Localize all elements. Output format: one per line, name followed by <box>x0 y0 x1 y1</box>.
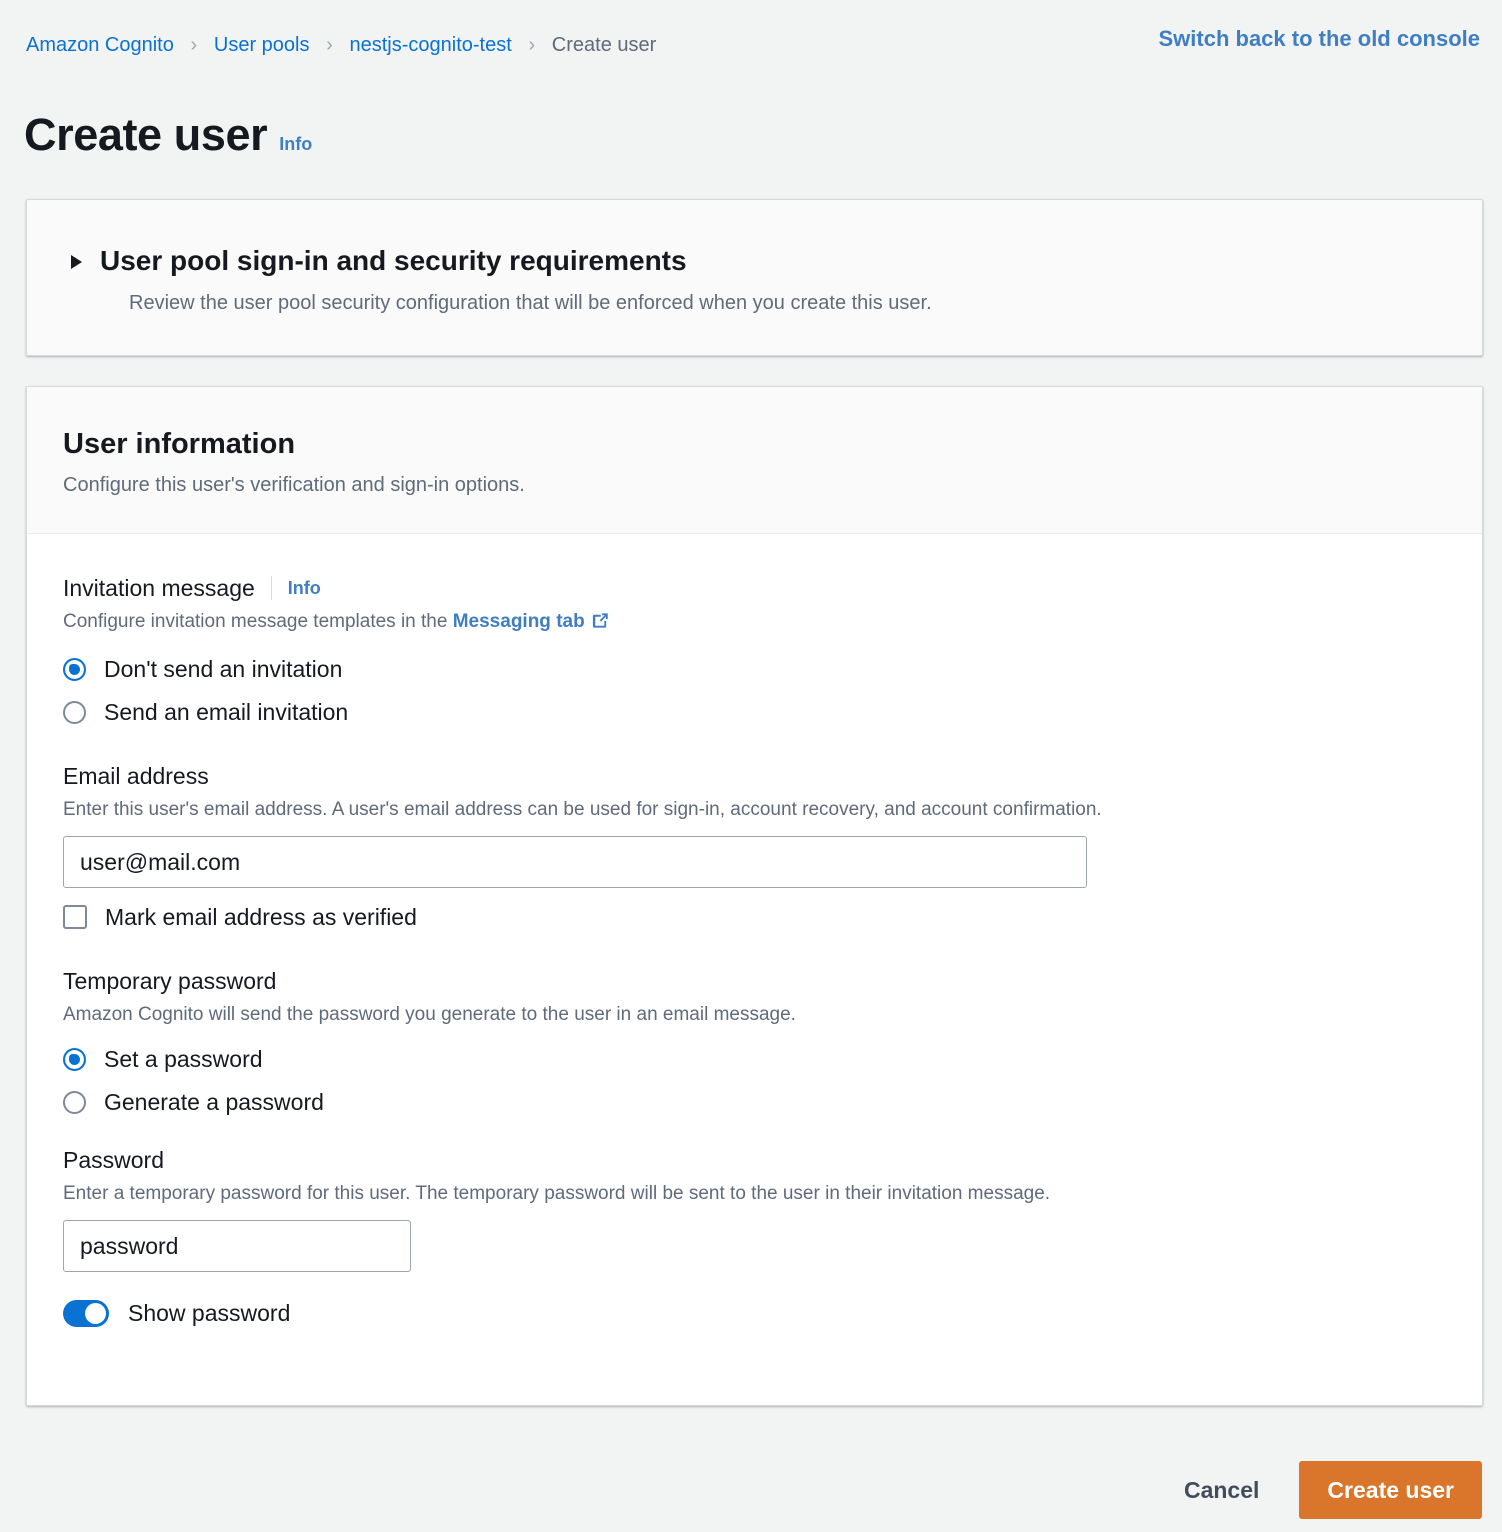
user-information-description: Configure this user's verification and s… <box>63 474 525 496</box>
password-label: Password <box>63 1147 164 1173</box>
invitation-message-info-link[interactable]: Info <box>288 578 321 599</box>
messaging-tab-link[interactable]: Messaging tab <box>453 611 585 632</box>
label-divider <box>270 576 272 600</box>
email-input[interactable] <box>63 836 1087 888</box>
caret-right-icon[interactable] <box>71 255 82 269</box>
radio-label: Don't send an invitation <box>104 656 343 682</box>
radio-label: Set a password <box>104 1046 263 1072</box>
switch-old-console-link[interactable]: Switch back to the old console <box>1159 24 1481 54</box>
footer-actions: Cancel Create user <box>1170 1461 1482 1519</box>
breadcrumb-item-user-pools[interactable]: User pools <box>214 31 310 59</box>
breadcrumb-item-user-pool-name[interactable]: nestjs-cognito-test <box>349 31 511 59</box>
page-info-link[interactable]: Info <box>279 134 312 155</box>
breadcrumb-separator-icon: › <box>528 34 536 56</box>
temporary-password-group: Temporary password Amazon Cognito will s… <box>63 966 1446 1117</box>
radio-label: Generate a password <box>104 1089 324 1115</box>
radio-generate-a-password[interactable]: Generate a password <box>63 1087 1446 1117</box>
user-information-title: User information <box>63 428 296 460</box>
password-input[interactable] <box>63 1220 411 1272</box>
radio-label: Send an email invitation <box>104 699 349 725</box>
invitation-message-description: Configure invitation message templates i… <box>63 609 1446 638</box>
temporary-password-label: Temporary password <box>63 968 277 994</box>
radio-dont-send-invitation[interactable]: Don't send an invitation <box>63 654 1446 684</box>
email-address-label: Email address <box>63 763 209 789</box>
password-group: Password Enter a temporary password for … <box>63 1145 1446 1328</box>
password-description: Enter a temporary password for this user… <box>63 1183 1051 1204</box>
breadcrumb-separator-icon: › <box>190 34 198 56</box>
top-bar: Amazon Cognito › User pools › nestjs-cog… <box>0 0 1502 92</box>
email-address-description: Enter this user's email address. A user'… <box>63 799 1102 820</box>
invitation-message-description-text: Configure invitation message templates i… <box>63 611 453 632</box>
radio-set-a-password[interactable]: Set a password <box>63 1044 1446 1074</box>
page-heading: Create user Info <box>24 107 312 163</box>
email-address-group: Email address Enter this user's email ad… <box>63 761 1446 932</box>
collapsible-header[interactable]: User pool sign-in and security requireme… <box>27 200 1482 278</box>
collapsible-description: Review the user pool security configurat… <box>129 292 932 314</box>
show-password-label: Show password <box>128 1300 291 1326</box>
user-information-body: Invitation message Info Configure invita… <box>27 534 1482 1328</box>
show-password-toggle-row[interactable]: Show password <box>63 1298 1446 1328</box>
create-user-button[interactable]: Create user <box>1299 1461 1482 1519</box>
create-user-page: Amazon Cognito › User pools › nestjs-cog… <box>0 0 1502 1532</box>
invitation-message-label-row: Invitation message Info <box>63 573 1446 603</box>
user-information-header: User information Configure this user's v… <box>27 387 1482 534</box>
radio-indicator-unselected[interactable] <box>63 1090 86 1114</box>
breadcrumb-item-amazon-cognito[interactable]: Amazon Cognito <box>26 31 174 59</box>
show-password-toggle[interactable] <box>63 1299 109 1327</box>
temporary-password-description: Amazon Cognito will send the password yo… <box>63 1004 796 1025</box>
mark-email-verified-checkbox-row[interactable]: Mark email address as verified <box>63 902 1446 932</box>
external-link-icon[interactable] <box>591 611 610 638</box>
page-title: Create user <box>24 109 268 160</box>
radio-indicator-selected[interactable] <box>63 1047 86 1071</box>
invitation-message-label: Invitation message <box>63 575 255 601</box>
radio-send-email-invitation[interactable]: Send an email invitation <box>63 697 1446 727</box>
radio-indicator-selected[interactable] <box>63 657 86 681</box>
collapsible-title: User pool sign-in and security requireme… <box>100 245 687 276</box>
toggle-knob <box>85 1302 106 1324</box>
breadcrumb-item-current: Create user <box>551 34 657 56</box>
radio-indicator-unselected[interactable] <box>63 700 86 724</box>
cancel-button[interactable]: Cancel <box>1170 1465 1273 1515</box>
invitation-message-group: Invitation message Info Configure invita… <box>63 573 1446 727</box>
user-pool-requirements-card[interactable]: User pool sign-in and security requireme… <box>26 199 1483 356</box>
checkbox-indicator-unchecked[interactable] <box>63 905 87 929</box>
breadcrumb: Amazon Cognito › User pools › nestjs-cog… <box>26 31 656 59</box>
mark-email-verified-label: Mark email address as verified <box>105 904 417 930</box>
user-information-card: User information Configure this user's v… <box>26 386 1483 1406</box>
breadcrumb-separator-icon: › <box>326 34 333 56</box>
